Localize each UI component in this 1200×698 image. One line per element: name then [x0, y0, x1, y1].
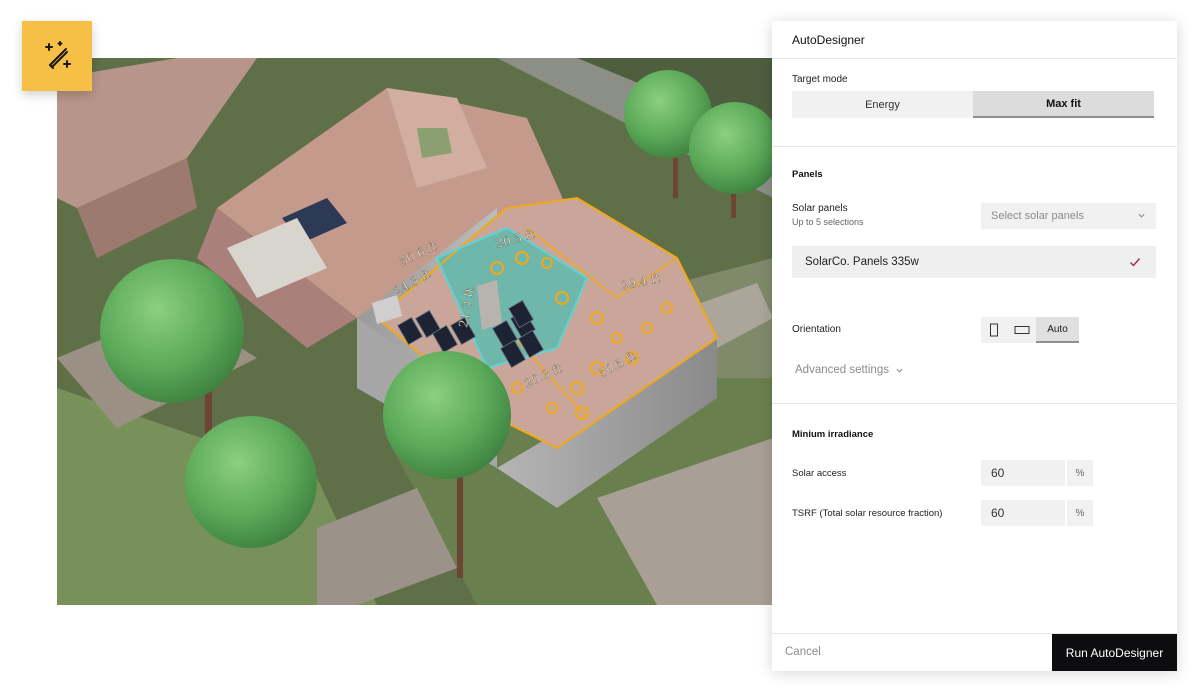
irradiance-title: Minium irradiance — [792, 429, 874, 440]
solar-panels-select[interactable]: Select solar panels — [981, 203, 1156, 229]
chevron-down-icon — [896, 368, 903, 373]
target-mode-label: Target mode — [792, 74, 848, 85]
magic-wand-button[interactable] — [22, 21, 92, 91]
solar-access-label: Solar access — [792, 468, 847, 479]
landscape-icon — [1014, 326, 1029, 334]
autodesigner-panel: AutoDesigner Target mode Energy Max fit … — [772, 21, 1177, 671]
tsrf-row: TSRF (Total solar resource fraction) % — [792, 500, 1157, 526]
selected-panel-label: SolarCo. Panels 335w — [805, 256, 919, 268]
max-fit-option[interactable]: Max fit — [973, 91, 1154, 118]
advanced-settings-toggle[interactable]: Advanced settings — [795, 364, 904, 376]
auto-option[interactable]: Auto — [1036, 317, 1079, 343]
select-placeholder: Select solar panels — [991, 210, 1084, 222]
solar-panels-hint: Up to 5 selections — [792, 217, 864, 227]
orientation-toggle: Auto — [981, 317, 1079, 343]
tsrf-label: TSRF (Total solar resource fraction) — [792, 508, 943, 519]
cancel-button[interactable]: Cancel — [785, 646, 821, 658]
aerial-3d-viewport[interactable]: 50.6 ft 20.5 ft 24.3 ft 21.3 ft 29.4 ft … — [57, 58, 773, 605]
orientation-label: Orientation — [792, 324, 841, 335]
advanced-settings-label: Advanced settings — [795, 364, 889, 376]
energy-option[interactable]: Energy — [792, 91, 973, 118]
run-autodesigner-button[interactable]: Run AutoDesigner — [1052, 634, 1177, 671]
target-mode-toggle: Energy Max fit — [792, 91, 1154, 118]
irradiance-section: Minium irradiance Solar access % TSRF (T… — [772, 402, 1177, 602]
panel-title: AutoDesigner — [792, 32, 865, 47]
panels-section-title: Panels — [792, 169, 823, 180]
solar-access-input[interactable] — [981, 460, 1065, 486]
aerial-scene: 50.6 ft 20.5 ft 24.3 ft 21.3 ft 29.4 ft … — [57, 58, 773, 605]
percent-unit: % — [1067, 500, 1093, 526]
tsrf-input[interactable] — [981, 500, 1065, 526]
panel-header: AutoDesigner — [772, 21, 1177, 59]
selected-panel-item[interactable]: SolarCo. Panels 335w — [792, 246, 1156, 278]
magic-wand-icon — [45, 41, 71, 69]
solar-access-row: Solar access % — [792, 460, 1157, 486]
panel-footer: Cancel Run AutoDesigner — [772, 633, 1177, 671]
solar-panels-label-group: Solar panels Up to 5 selections — [792, 203, 864, 227]
solar-panels-label: Solar panels — [792, 203, 848, 214]
panels-section: Panels Solar panels Up to 5 selections S… — [772, 147, 1177, 404]
portrait-icon — [990, 323, 998, 337]
portrait-option[interactable] — [981, 317, 1007, 343]
chevron-down-icon — [1138, 213, 1145, 218]
landscape-option[interactable] — [1007, 317, 1036, 343]
percent-unit: % — [1067, 460, 1093, 486]
target-mode-section: Target mode Energy Max fit — [772, 59, 1177, 147]
check-icon — [1130, 258, 1141, 267]
